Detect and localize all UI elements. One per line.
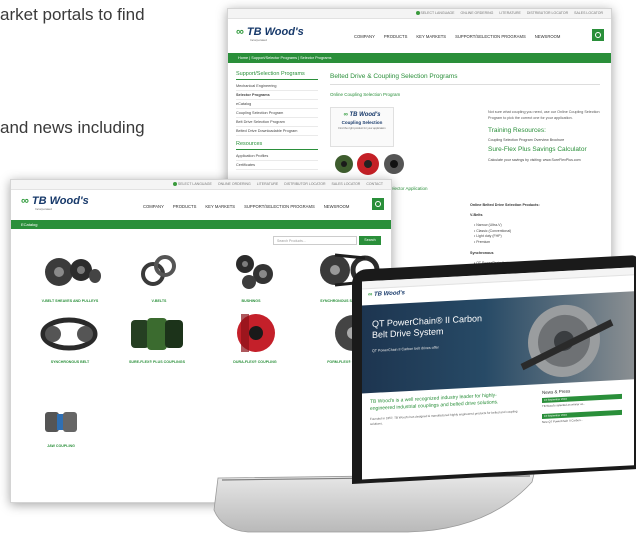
bushings-image <box>236 255 273 289</box>
breadcrumb: Home | Support/Selector Programs | Selec… <box>228 53 611 63</box>
search-icon <box>375 201 381 207</box>
sidebar-item-coupling[interactable]: Coupling Selection Program <box>236 109 318 118</box>
nav-company[interactable]: COMPANY <box>143 204 164 209</box>
nav-newsroom[interactable]: NEWSROOM <box>535 34 561 39</box>
section-bar: ECatalog <box>11 220 391 229</box>
site-header: ∞ TB Wood's Incorporated COMPANY PRODUCT… <box>11 190 391 220</box>
sidebar-item-selector[interactable]: Selector Programs <box>236 91 318 100</box>
nav-support[interactable]: SUPPORT/SELECTION PROGRAMS <box>244 204 315 209</box>
page-title: Belted Drive & Coupling Selection Progra… <box>330 73 458 80</box>
nav-newsroom[interactable]: NEWSROOM <box>324 204 350 209</box>
vbelts-image <box>141 255 176 286</box>
nav-products[interactable]: PRODUCTS <box>384 34 408 39</box>
hero-body: QT PowerChain II Carbon belt drives offe… <box>372 345 439 353</box>
product-label[interactable]: JAW COUPLING <box>25 444 97 448</box>
globe-icon <box>415 11 420 16</box>
search-button[interactable] <box>592 29 604 41</box>
product-label[interactable]: V-BELTS <box>119 299 199 303</box>
promo-subtitle: Coupling Selection <box>341 120 383 125</box>
search-button[interactable] <box>372 198 384 210</box>
coupling-promo[interactable]: ∞ TB Wood's Coupling Selection Find the … <box>330 107 394 147</box>
utility-bar: SELECT LANGUAGE ONLINE ORDERING LITERATU… <box>11 180 391 190</box>
sidebar: Support/Selection Programs Mechanical En… <box>236 71 318 170</box>
product-search-button[interactable]: Search <box>359 236 381 245</box>
site-header: ∞ TB Wood's Incorporated COMPANY PRODUCT… <box>228 19 611 53</box>
product-label[interactable]: DURA-FLEX® COUPLING <box>211 360 299 364</box>
nav-support[interactable]: SUPPORT/SELECTION PROGRAMS <box>455 34 526 39</box>
utility-ordering[interactable]: ONLINE ORDERING <box>461 9 494 18</box>
sidebar-title-resources: Resources <box>236 141 263 147</box>
utility-literature[interactable]: LITERATURE <box>257 180 279 189</box>
utility-bar: SELECT LANGUAGE ONLINE ORDERING LITERATU… <box>228 9 611 19</box>
promo-tagline: Find the right product for your applicat… <box>338 127 386 130</box>
product-search-input[interactable]: Search Products... <box>273 236 357 245</box>
utility-distributor[interactable]: DISTRIBUTOR LOCATOR <box>527 9 568 18</box>
vbelt-item[interactable]: • Premium <box>474 240 511 246</box>
vbelts-label: V-Belts <box>470 213 483 217</box>
calculator-heading: Sure-Flex Plus Savings Calculator <box>488 146 587 153</box>
sidebar-item-mechanical[interactable]: Mechanical Engineering <box>236 82 318 91</box>
duraflex-coupling-image <box>237 314 275 352</box>
nav-products[interactable]: PRODUCTS <box>173 204 197 209</box>
product-label[interactable]: SYNCHRONOUS BELT <box>25 360 115 364</box>
sidebar-item-belted-download[interactable]: Belted Drive Downloadable Program <box>236 127 318 136</box>
laptop-logo[interactable]: ∞ TB Wood's <box>368 290 405 298</box>
hero-title: QT PowerChain® II Carbon Belt Drive Syst… <box>372 313 483 340</box>
nav-company[interactable]: COMPANY <box>354 34 375 39</box>
utility-sales[interactable]: SALES LOCATOR <box>574 9 603 18</box>
main-nav: COMPANY PRODUCTS KEY MARKETS SUPPORT/SEL… <box>354 34 560 39</box>
laptop-screen: ∞ TB Wood's QT PowerChain® II Carbon Bel… <box>362 267 634 480</box>
about-body: Founded in 1857, TB Wood's has designed … <box>370 409 518 426</box>
nav-key-markets[interactable]: KEY MARKETS <box>205 204 235 209</box>
section-coupling-title: Online Coupling Selection Program <box>330 92 401 97</box>
training-heading: Training Resources: <box>488 127 546 134</box>
utility-language[interactable]: SELECT LANGUAGE <box>172 180 212 189</box>
sureflex-coupling-image <box>131 318 183 350</box>
calculator-text: Calculate your savings by visiting: www.… <box>488 158 581 162</box>
nav-key-markets[interactable]: KEY MARKETS <box>416 34 446 39</box>
product-label[interactable]: BUSHINGS <box>211 299 291 303</box>
vbelt-sheaves-image <box>45 258 101 286</box>
title-rule <box>330 84 600 85</box>
news-item-1[interactable]: 16 September 2016 TB Wood's selected as … <box>542 393 622 408</box>
utility-contact[interactable]: CONTACT <box>366 180 383 189</box>
utility-ordering[interactable]: ONLINE ORDERING <box>218 180 251 189</box>
sync-belt-image <box>40 317 98 351</box>
sidebar-item-certificates[interactable]: Certificates <box>236 161 318 170</box>
globe-icon <box>172 182 177 187</box>
about-title: TB Wood's is a well recognized industry … <box>370 392 499 412</box>
utility-literature[interactable]: LITERATURE <box>499 9 521 18</box>
training-link[interactable]: Coupling Selection Program Overview Broc… <box>488 138 564 142</box>
ecatalog-screenshot: SELECT LANGUAGE ONLINE ORDERING LITERATU… <box>10 179 392 503</box>
intro-line-1: arket portals to find <box>0 5 145 24</box>
sidebar-item-belt-drive[interactable]: Belt Drive Selection Program <box>236 118 318 127</box>
sidebar-title: Support/Selection Programs <box>236 71 305 77</box>
laptop-hero: QT PowerChain® II Carbon Belt Drive Syst… <box>362 291 634 394</box>
coupling-description: Not sure what coupling you need, use our… <box>488 110 600 120</box>
laptop-screen-frame: ∞ TB Wood's QT PowerChain® II Carbon Bel… <box>352 255 636 484</box>
vbelt-list: • Narrow (Ultra-V) • Classic (Convention… <box>474 223 511 245</box>
utility-language[interactable]: SELECT LANGUAGE <box>415 9 455 18</box>
promo-logo: ∞ TB Wood's <box>343 112 381 118</box>
news-title: News & Press <box>542 388 571 396</box>
sidebar-item-profiles[interactable]: Application Profiles <box>236 152 318 161</box>
utility-sales[interactable]: SALES LOCATOR <box>331 180 360 189</box>
jaw-coupling-image <box>45 412 77 432</box>
site-logo[interactable]: ∞ TB Wood's Incorporated <box>21 195 89 211</box>
product-label[interactable]: SURE-FLEX® PLUS COUPLINGS <box>109 360 205 364</box>
sidebar-item-ecatalog[interactable]: eCatalog <box>236 100 318 109</box>
right-heading: Online Belted Drive Selection Products: <box>470 203 540 207</box>
coupling-product-images <box>335 153 404 175</box>
sync-label: Synchronous <box>470 251 494 255</box>
news-item-2[interactable]: 16 September 2016 New QT PowerChain II C… <box>542 409 622 424</box>
product-label[interactable]: V-BELT SHEAVES AND PULLEYS <box>25 299 115 303</box>
site-logo[interactable]: ∞ TB Wood's Incorporated <box>236 26 304 42</box>
hero-sprocket-image <box>520 304 614 377</box>
utility-distributor[interactable]: DISTRIBUTOR LOCATOR <box>284 180 325 189</box>
search-icon <box>595 32 601 38</box>
intro-line-2: and news including <box>0 118 145 137</box>
main-nav: COMPANY PRODUCTS KEY MARKETS SUPPORT/SEL… <box>143 204 349 209</box>
